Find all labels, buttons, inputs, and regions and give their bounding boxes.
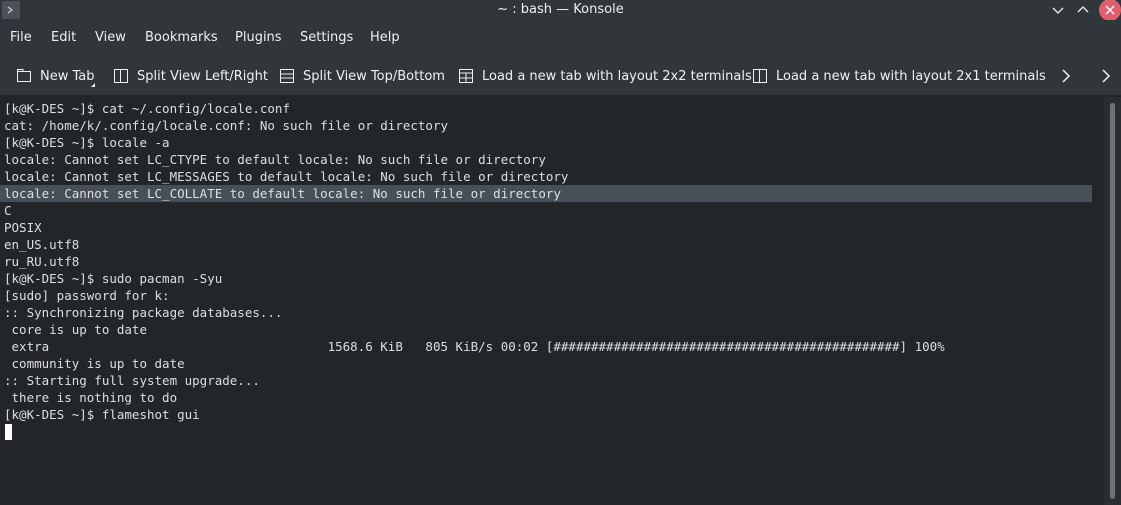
terminal-line: [k@K-DES ~]$ cat ~/.config/locale.conf	[4, 101, 290, 116]
terminal-line: ru_RU.utf8	[4, 254, 80, 269]
terminal-line: core is up to date	[4, 322, 147, 337]
menu-edit[interactable]: Edit	[51, 30, 76, 45]
minimize-button[interactable]	[1048, 0, 1068, 20]
terminal-line: extra 1568.6 KiB 805 KiB/s 00:02 [######…	[4, 339, 945, 354]
split-vertical-icon	[114, 69, 128, 83]
new-tab-icon	[17, 69, 31, 82]
terminal-line: [k@K-DES ~]$ sudo pacman -Syu	[4, 271, 223, 286]
menu-help[interactable]: Help	[370, 30, 400, 45]
columns-layout-icon	[753, 69, 767, 83]
menu-file[interactable]: File	[10, 30, 32, 45]
terminal-line: there is nothing to do	[4, 390, 178, 405]
terminal-view[interactable]: [k@K-DES ~]$ cat ~/.config/locale.conf ca…	[0, 97, 1104, 505]
terminal-line: [sudo] password for k:	[4, 288, 170, 303]
menu-settings[interactable]: Settings	[300, 30, 353, 45]
terminal-line: locale: Cannot set LC_COLLATE to default…	[0, 185, 1092, 202]
split-top-bottom-label: Split View Top/Bottom	[303, 68, 445, 84]
terminal-scrollbar[interactable]	[1104, 97, 1121, 505]
terminal-line: :: Synchronizing package databases...	[4, 305, 283, 320]
new-tab-label: New Tab	[40, 68, 95, 84]
terminal-line: :: Starting full system upgrade...	[4, 373, 260, 388]
split-left-right-button[interactable]: Split View Left/Right	[113, 56, 268, 96]
dropdown-indicator-icon	[91, 83, 95, 87]
terminal-output: [k@K-DES ~]$ cat ~/.config/locale.conf ca…	[0, 100, 1092, 423]
new-tab-button[interactable]: New Tab	[16, 56, 95, 96]
overflow-chevron-icon[interactable]	[1098, 68, 1114, 84]
layout-2x1-label: Load a new tab with layout 2x1 terminals	[776, 68, 1046, 84]
chevron-right-icon[interactable]	[1058, 68, 1074, 84]
terminal-line: cat: /home/k/.config/locale.conf: No suc…	[4, 118, 449, 133]
toolbar: New Tab Split View Left/Right Split View…	[0, 56, 1121, 96]
split-top-bottom-button[interactable]: Split View Top/Bottom	[279, 56, 445, 96]
menu-bookmarks[interactable]: Bookmarks	[145, 30, 218, 45]
split-left-right-label: Split View Left/Right	[137, 68, 269, 84]
terminal-line: [k@K-DES ~]$ flameshot gui	[4, 407, 200, 422]
terminal-line: locale: Cannot set LC_CTYPE to default l…	[4, 152, 546, 167]
terminal-line: community is up to date	[4, 356, 185, 371]
menu-bar: File Edit View Bookmarks Plugins Setting…	[0, 20, 1121, 56]
layout-2x2-label: Load a new tab with layout 2x2 terminals	[482, 68, 752, 84]
split-horizontal-icon	[280, 69, 294, 83]
terminal-line: locale: Cannot set LC_MESSAGES to defaul…	[4, 169, 569, 184]
window-title: ~ : bash — Konsole	[497, 2, 624, 17]
menu-view[interactable]: View	[95, 30, 126, 45]
terminal-line: [k@K-DES ~]$ locale -a	[4, 135, 170, 150]
terminal-line: POSIX	[4, 220, 42, 235]
scrollbar-thumb[interactable]	[1110, 103, 1115, 499]
title-bar[interactable]: ~ : bash — Konsole	[0, 0, 1121, 21]
menu-plugins[interactable]: Plugins	[235, 30, 282, 45]
grid-layout-icon	[459, 69, 473, 83]
layout-2x2-button[interactable]: Load a new tab with layout 2x2 terminals	[458, 56, 752, 96]
maximize-button[interactable]	[1073, 0, 1093, 20]
terminal-cursor	[5, 424, 12, 440]
layout-2x1-button[interactable]: Load a new tab with layout 2x1 terminals	[752, 56, 1046, 96]
close-button[interactable]	[1099, 0, 1121, 21]
terminal-line: en_US.utf8	[4, 237, 80, 252]
terminal-line: C	[4, 203, 12, 218]
